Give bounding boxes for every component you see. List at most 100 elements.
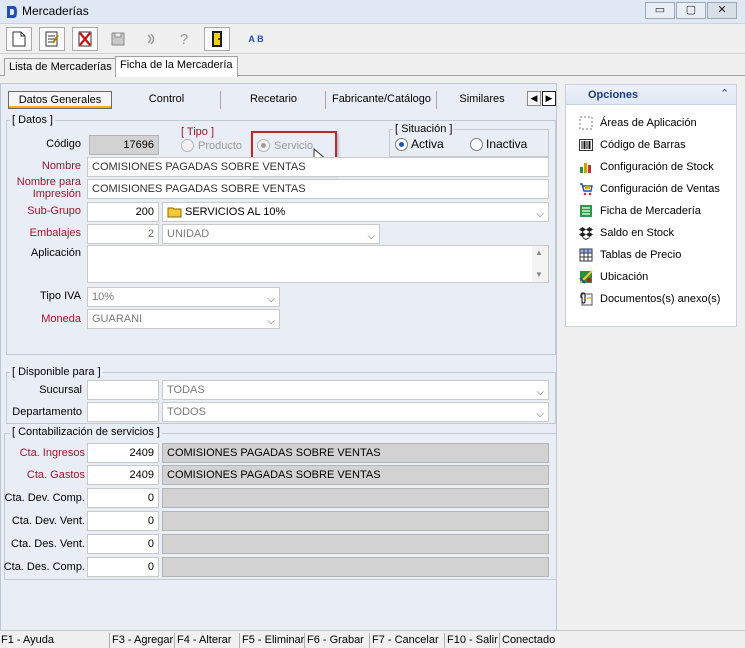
nombre-field[interactable]: COMISIONES PAGADAS SOBRE VENTAS [87, 157, 549, 177]
nombre-impresion-label-2: Impresión [32, 188, 81, 200]
departamento-select[interactable]: TODOS ⌵ [162, 402, 549, 422]
toolbar: ? A B [0, 24, 745, 54]
opcion-ficha-mercaderia[interactable]: Ficha de Mercadería [578, 201, 701, 221]
status-f4: F4 - Alterar [176, 633, 240, 648]
datos-group-title: [ Datos ] [10, 114, 55, 126]
status-f10: F10 - Salir [446, 633, 500, 648]
cta-gastos-code-field[interactable]: 2409 [87, 465, 159, 485]
tab-lista-mercaderias[interactable]: Lista de Mercaderías [4, 58, 117, 76]
cta-dev-comp-label: Cta. Dev. Comp. [4, 492, 86, 504]
sucursal-select[interactable]: TODAS ⌵ [162, 380, 549, 400]
chevron-left-icon: ◀ [530, 93, 538, 103]
folder-icon [167, 207, 182, 218]
cta-ingresos-code-field[interactable]: 2409 [87, 443, 159, 463]
departamento-code-field[interactable] [87, 402, 159, 422]
tab-fabricante-catalogo[interactable]: Fabricante/Catálogo [327, 91, 437, 109]
edit-document-icon [45, 31, 59, 47]
close-button[interactable]: ✕ [707, 2, 737, 19]
attachment-icon [578, 291, 594, 307]
spellcheck-button[interactable]: A B [243, 27, 269, 51]
opcion-areas-aplicacion[interactable]: Áreas de Aplicación [578, 113, 697, 133]
subgrupo-code-field[interactable]: 200 [87, 202, 159, 222]
tipo-producto-option[interactable]: Producto [181, 139, 242, 152]
cta-des-vent-code-field[interactable]: 0 [87, 534, 159, 554]
codigo-field[interactable]: 17696 [89, 135, 159, 155]
opcion-codigo-barras[interactable]: Código de Barras [578, 135, 686, 155]
contabilizacion-group-title: [ Contabilización de servicios ] [10, 426, 162, 438]
barcode-icon [578, 137, 594, 153]
opcion-tablas-precio[interactable]: Tablas de Precio [578, 245, 681, 265]
cta-des-comp-desc-field [162, 557, 549, 577]
new-button[interactable] [6, 27, 32, 51]
departamento-label: Departamento [12, 406, 82, 418]
chart-icon [578, 159, 594, 175]
opcion-documentos-anexos[interactable]: Documentos(s) anexo(s) [578, 289, 720, 309]
edit-button[interactable] [39, 27, 65, 51]
embalajes-select[interactable]: UNIDAD ⌵ [162, 224, 380, 244]
cta-gastos-desc-field: COMISIONES PAGADAS SOBRE VENTAS [162, 465, 549, 485]
exit-icon [212, 31, 222, 47]
opciones-title: Opciones [588, 89, 639, 101]
aplicacion-scrollbar[interactable]: ▲ ▼ [532, 246, 548, 282]
opcion-ubicacion[interactable]: Ubicación [578, 267, 648, 287]
list-icon [578, 203, 594, 219]
tab-ficha-mercaderia[interactable]: Ficha de la Mercadería [115, 56, 238, 77]
aplicacion-label: Aplicación [30, 247, 81, 259]
tab-recetario[interactable]: Recetario [222, 91, 326, 109]
cta-dev-vent-code-field[interactable]: 0 [87, 511, 159, 531]
tab-scroll-right-button[interactable]: ▶ [542, 91, 556, 106]
sucursal-code-field[interactable] [87, 380, 159, 400]
opcion-saldo-stock[interactable]: Saldo en Stock [578, 223, 674, 243]
nombre-impresion-field[interactable]: COMISIONES PAGADAS SOBRE VENTAS [87, 179, 549, 199]
embalajes-code-field[interactable]: 2 [87, 224, 159, 244]
chevron-down-icon: ⌵ [267, 294, 275, 305]
refresh-button[interactable] [138, 27, 164, 51]
moneda-select[interactable]: GUARANI ⌵ [87, 309, 280, 329]
aplicacion-textarea[interactable] [87, 245, 549, 283]
opciones-panel: Opciones ⌃ Áreas de Aplicación Código de… [565, 84, 737, 327]
collapse-icon[interactable]: ⌃ [720, 87, 729, 100]
cta-des-comp-code-field[interactable]: 0 [87, 557, 159, 577]
map-icon [578, 269, 594, 285]
status-connection: Conectado [502, 634, 556, 646]
cta-des-vent-label: Cta. Des. Vent. [11, 538, 85, 550]
tipo-iva-select[interactable]: 10% ⌵ [87, 287, 280, 307]
cart-icon [578, 181, 594, 197]
embalajes-label: Embalajes [29, 227, 81, 239]
tab-control[interactable]: Control [113, 91, 221, 109]
status-f5: F5 - Eliminar [242, 633, 305, 648]
cta-gastos-label: Cta. Gastos [26, 469, 85, 481]
opcion-configuracion-stock[interactable]: Configuración de Stock [578, 157, 714, 177]
dropbox-icon [578, 225, 594, 241]
dotted-square-icon [578, 115, 594, 131]
minimize-icon: ▭ [654, 4, 666, 16]
tipo-producto-radio[interactable] [181, 139, 194, 152]
tab-scroll-left-button[interactable]: ◀ [527, 91, 541, 106]
chevron-down-icon: ⌵ [536, 387, 544, 398]
delete-button[interactable] [72, 27, 98, 51]
situacion-activa-option[interactable]: Activa [395, 137, 444, 151]
chevron-right-icon: ▶ [545, 93, 553, 103]
opciones-header[interactable]: Opciones ⌃ [566, 85, 736, 105]
tab-similares[interactable]: Similares [438, 91, 526, 109]
close-icon: ✕ [717, 4, 727, 16]
maximize-button[interactable]: ▢ [676, 2, 706, 19]
help-icon: ? [179, 30, 189, 48]
form-panel: Datos Generales Control Recetario Fabric… [0, 83, 557, 643]
minimize-button[interactable]: ▭ [645, 2, 675, 19]
subgrupo-select[interactable]: SERVICIOS AL 10% ⌵ [162, 202, 549, 222]
chevron-down-icon: ⌵ [267, 316, 275, 327]
help-button[interactable]: ? [171, 27, 197, 51]
tab-datos-generales[interactable]: Datos Generales [8, 91, 112, 109]
opcion-configuracion-ventas[interactable]: Configuración de Ventas [578, 179, 720, 199]
save-button[interactable] [105, 27, 131, 51]
nombre-label: Nombre [41, 160, 81, 172]
cta-dev-comp-code-field[interactable]: 0 [87, 488, 159, 508]
situacion-activa-radio[interactable] [395, 137, 408, 151]
situacion-inactiva-radio[interactable] [470, 137, 483, 151]
cta-dev-vent-label: Cta. Dev. Vent. [11, 515, 85, 527]
exit-button[interactable] [204, 27, 230, 51]
situacion-inactiva-option[interactable]: Inactiva [470, 137, 527, 151]
status-bar: F1 - Ayuda F3 - Agregar F4 - Alterar F5 … [0, 630, 745, 648]
moneda-label: Moneda [41, 313, 81, 325]
